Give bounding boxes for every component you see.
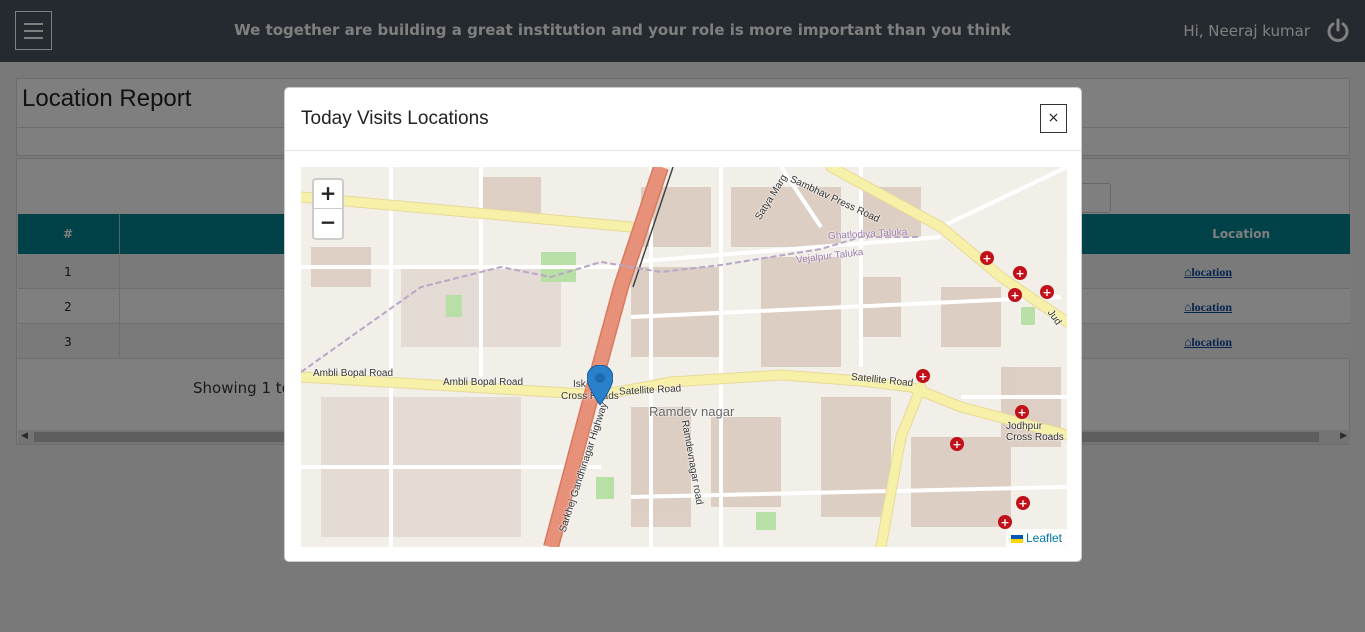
leaflet-link[interactable]: Leaflet — [1026, 531, 1062, 545]
map-view[interactable]: + + + + + + + + + Ambli Bopal Road Ambli… — [301, 167, 1067, 547]
map-tiles: + + + + + + + + + — [301, 167, 1067, 547]
svg-text:+: + — [1010, 289, 1019, 302]
map-label: Ramdev nagar — [649, 404, 735, 419]
zoom-in-button[interactable]: + — [314, 180, 342, 209]
zoom-out-button[interactable]: − — [314, 209, 342, 238]
ukraine-flag-icon — [1010, 534, 1023, 543]
map-label: Cross Roads — [1006, 432, 1064, 443]
svg-text:+: + — [952, 438, 961, 451]
modal-divider — [285, 150, 1081, 151]
svg-text:+: + — [982, 252, 991, 265]
svg-text:+: + — [1000, 516, 1009, 529]
svg-text:+: + — [1015, 267, 1024, 280]
map-label: Jodhpur — [1006, 421, 1043, 432]
map-label: Ambli Bopal Road — [443, 377, 524, 388]
svg-text:+: + — [1018, 497, 1027, 510]
close-button[interactable]: × — [1040, 104, 1067, 133]
modal-title: Today Visits Locations — [301, 108, 489, 129]
svg-text:+: + — [1017, 406, 1026, 419]
svg-text:+: + — [1042, 286, 1051, 299]
zoom-control: + − — [312, 178, 344, 240]
map-attribution: Leaflet — [1005, 529, 1067, 547]
map-label: Ambli Bopal Road — [313, 368, 394, 379]
map-label: Isk — [573, 379, 586, 390]
location-pin-icon[interactable] — [587, 365, 613, 405]
svg-text:+: + — [918, 370, 927, 383]
locations-modal: Today Visits Locations × + + + + + + + +… — [284, 87, 1082, 562]
